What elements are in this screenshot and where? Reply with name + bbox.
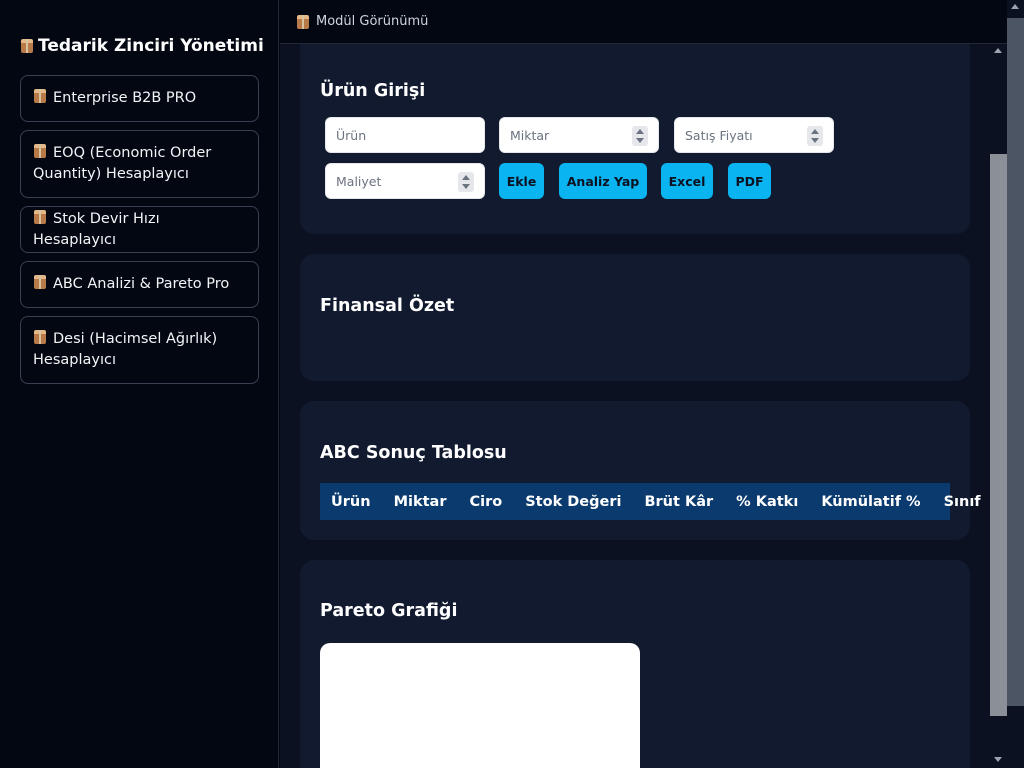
column-header-product[interactable]: Ürün — [331, 494, 371, 510]
cost-stepper[interactable] — [458, 172, 474, 192]
sidebar-item-stock-turnover[interactable]: Stok Devir Hızı Hesaplayıcı — [20, 206, 259, 253]
pdf-export-button[interactable]: PDF — [728, 163, 771, 199]
sidebar-title-text: Tedarik Zinciri Yönetimi — [38, 36, 264, 56]
module-header: Modül Görünümü — [280, 0, 1007, 44]
product-entry-card: Ürün Girişi Ürün Miktar Satış Fiyatı Mal… — [300, 44, 970, 234]
sidebar-item-enterprise-b2b-pro[interactable]: Enterprise B2B PRO — [20, 75, 259, 122]
scrollbar-thumb[interactable] — [990, 154, 1007, 716]
stepper-down-icon[interactable] — [811, 138, 819, 143]
pareto-chart-canvas — [320, 643, 640, 768]
stepper-down-icon[interactable] — [462, 184, 470, 189]
package-icon — [33, 209, 47, 224]
sale-price-input[interactable]: Satış Fiyatı — [674, 117, 834, 153]
package-icon — [20, 39, 34, 53]
abc-table-header: Ürün Miktar Ciro Stok Değeri Brüt Kâr % … — [320, 483, 981, 520]
package-icon — [296, 14, 310, 29]
product-placeholder: Ürün — [336, 128, 367, 143]
column-header-contribution[interactable]: % Katkı — [736, 494, 798, 510]
pareto-chart-title: Pareto Grafiği — [320, 601, 458, 621]
module-content: Ürün Girişi Ürün Miktar Satış Fiyatı Mal… — [280, 44, 990, 768]
sidebar-item-eoq[interactable]: EOQ (Economic Order Quantity) Hesaplayıc… — [20, 130, 259, 198]
excel-export-button[interactable]: Excel — [661, 163, 713, 199]
cost-input[interactable]: Maliyet — [325, 163, 485, 199]
sidebar-item-label: ABC Analizi & Pareto Pro — [53, 276, 230, 292]
sidebar-item-label: Stok Devir Hızı Hesaplayıcı — [33, 210, 160, 248]
cost-placeholder: Maliyet — [336, 174, 382, 189]
quantity-input[interactable]: Miktar — [499, 117, 659, 153]
package-icon — [33, 275, 47, 289]
scroll-up-icon[interactable] — [1011, 4, 1019, 9]
sidebar: Tedarik Zinciri Yönetimi Enterprise B2B … — [0, 0, 279, 768]
sidebar-item-label: EOQ (Economic Order Quantity) Hesaplayıc… — [33, 145, 212, 182]
scroll-up-icon[interactable] — [994, 48, 1002, 53]
add-button[interactable]: Ekle — [499, 163, 544, 199]
abc-results-card: ABC Sonuç Tablosu Ürün Miktar Ciro Stok … — [300, 401, 981, 540]
package-icon — [33, 144, 47, 158]
stepper-up-icon[interactable] — [636, 129, 644, 134]
column-header-gross-profit[interactable]: Brüt Kâr — [644, 494, 713, 510]
column-header-revenue[interactable]: Ciro — [470, 494, 503, 510]
pareto-chart-card: Pareto Grafiği — [300, 560, 970, 768]
column-header-quantity[interactable]: Miktar — [394, 494, 447, 510]
content-scrollbar[interactable] — [990, 44, 1007, 768]
sidebar-item-label: Enterprise B2B PRO — [53, 90, 197, 106]
sale-price-placeholder: Satış Fiyatı — [685, 128, 753, 143]
window-scrollbar-thumb[interactable] — [1007, 18, 1024, 706]
financial-summary-card: Finansal Özet — [300, 254, 970, 381]
analyze-button[interactable]: Analiz Yap — [559, 163, 647, 199]
sidebar-title: Tedarik Zinciri Yönetimi — [20, 36, 264, 56]
column-header-stock-value[interactable]: Stok Değeri — [525, 494, 621, 510]
package-icon — [33, 330, 47, 344]
sidebar-item-abc-pareto[interactable]: ABC Analizi & Pareto Pro — [20, 261, 259, 308]
sale-price-stepper[interactable] — [807, 126, 823, 146]
abc-results-title: ABC Sonuç Tablosu — [320, 443, 507, 463]
quantity-stepper[interactable] — [632, 126, 648, 146]
window-scrollbar[interactable] — [1007, 0, 1024, 768]
product-input[interactable]: Ürün — [325, 117, 485, 153]
column-header-cumulative[interactable]: Kümülatif % — [821, 494, 920, 510]
stepper-up-icon[interactable] — [811, 129, 819, 134]
column-header-class[interactable]: Sınıf — [944, 494, 981, 510]
scroll-down-icon[interactable] — [994, 757, 1002, 762]
module-view-title: Modül Görünümü — [296, 14, 428, 29]
sidebar-item-desi[interactable]: Desi (Hacimsel Ağırlık) Hesaplayıcı — [20, 316, 259, 384]
stepper-down-icon[interactable] — [636, 138, 644, 143]
package-icon — [33, 89, 47, 103]
product-entry-title: Ürün Girişi — [320, 81, 426, 101]
module-view-label: Modül Görünümü — [316, 14, 429, 29]
quantity-placeholder: Miktar — [510, 128, 550, 143]
financial-summary-title: Finansal Özet — [320, 296, 455, 316]
sidebar-item-label: Desi (Hacimsel Ağırlık) Hesaplayıcı — [33, 331, 218, 368]
stepper-up-icon[interactable] — [462, 175, 470, 180]
